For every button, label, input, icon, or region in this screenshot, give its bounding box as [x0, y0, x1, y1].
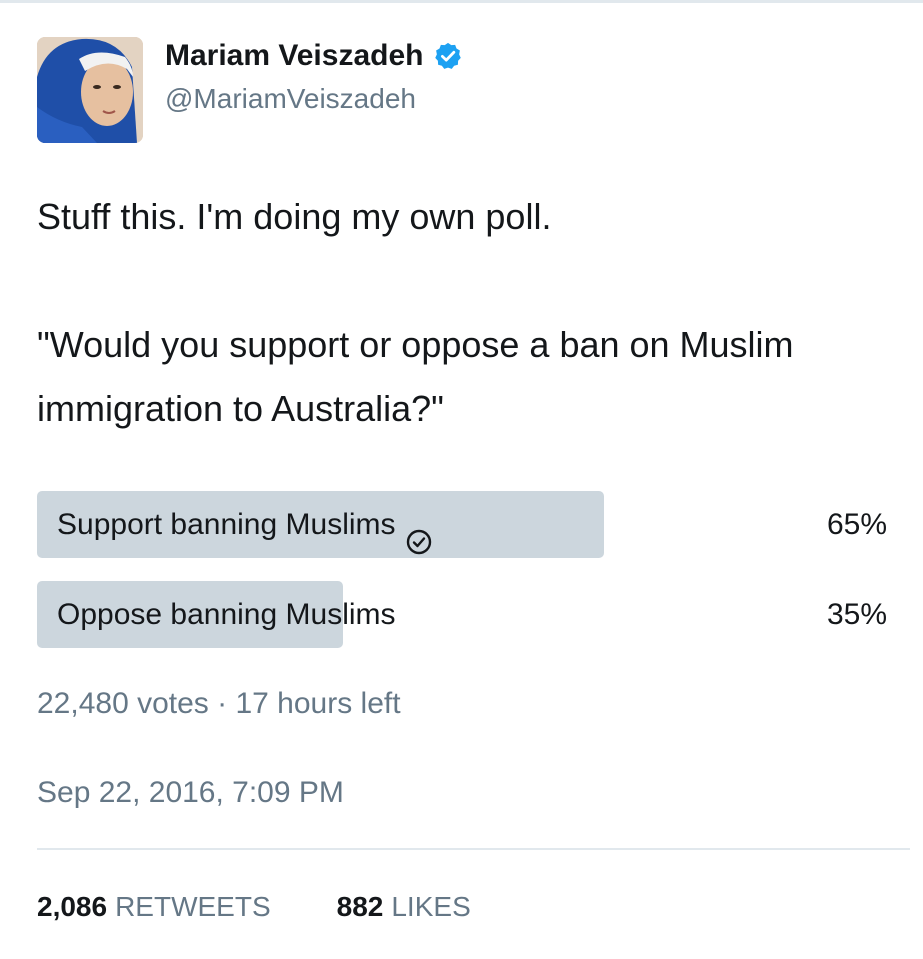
display-name-text: Mariam Veiszadeh: [165, 39, 424, 72]
display-name[interactable]: Mariam Veiszadeh: [165, 36, 463, 76]
tweet-timestamp[interactable]: Sep 22, 2016, 7:09 PM: [37, 773, 344, 813]
check-circle-icon: [406, 512, 432, 554]
retweets-count: 2,086: [37, 891, 108, 922]
poll-option-percent: 65%: [826, 508, 887, 541]
poll-option-label: Oppose banning Muslims: [57, 598, 396, 631]
avatar[interactable]: [37, 37, 143, 143]
user-handle[interactable]: @MariamVeiszadeh: [165, 80, 416, 118]
tweet-stats: 2,086 RETWEETS 882 LIKES: [37, 887, 471, 927]
verified-badge-icon: [433, 41, 463, 71]
poll-option-oppose[interactable]: Oppose banning Muslims 35%: [37, 581, 887, 648]
likes-count: 882: [336, 891, 384, 922]
likes-label: LIKES: [391, 891, 471, 922]
avatar-image: [37, 37, 143, 143]
retweets-label: RETWEETS: [115, 891, 271, 922]
top-divider: [0, 0, 923, 3]
stats-divider: [37, 848, 910, 850]
poll-meta: 22,480 votes · 17 hours left: [37, 687, 401, 720]
poll-option-support[interactable]: Support banning Muslims 65%: [37, 491, 887, 558]
poll-option-label: Support banning Muslims: [57, 508, 396, 541]
tweet-line-1: Stuff this. I'm doing my own poll.: [37, 196, 552, 237]
poll-option-percent: 35%: [826, 598, 887, 631]
retweets-stat[interactable]: 2,086 RETWEETS: [37, 887, 271, 927]
tweet-line-2: "Would you support or oppose a ban on Mu…: [37, 324, 794, 429]
tweet-text: Stuff this. I'm doing my own poll. "Woul…: [37, 185, 897, 441]
likes-stat[interactable]: 882 LIKES: [337, 887, 471, 927]
